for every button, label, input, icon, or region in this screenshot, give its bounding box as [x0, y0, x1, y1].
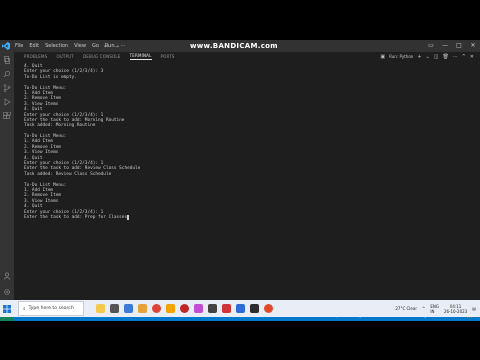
edge-icon[interactable]: [124, 304, 133, 313]
terminal-cursor: [127, 214, 130, 220]
taskbar-search-input[interactable]: ⌕ Type here to search: [18, 301, 84, 316]
tab-ports[interactable]: PORTS: [161, 54, 175, 59]
system-tray: 27°C Clear ^ ENG IN 04:11 26-10-2023 ▤: [395, 300, 476, 317]
extensions-icon[interactable]: [3, 111, 11, 120]
close-panel-icon[interactable]: ✕: [470, 54, 474, 60]
cortana-icon[interactable]: [96, 304, 105, 313]
task-view-icon[interactable]: [110, 304, 119, 313]
bandicam-watermark: www.BANDICAM.com: [190, 42, 278, 50]
menu-edit[interactable]: Edit: [29, 43, 39, 49]
panel-actions: ▣ Run: Python + ⌄ ◫ 🗑 ··· ^ ✕: [380, 52, 474, 61]
file-explorer-icon[interactable]: [138, 304, 147, 313]
close-icon[interactable]: ✕: [466, 40, 480, 52]
bandicam-icon[interactable]: [264, 304, 273, 313]
minimize-icon[interactable]: —: [438, 40, 452, 52]
source-control-icon[interactable]: [3, 84, 11, 92]
title-bar: File Edit Selection View Go Run ··· ← → …: [0, 40, 480, 52]
language-indicator[interactable]: ENG IN: [430, 304, 439, 314]
run-debug-icon[interactable]: [3, 98, 11, 106]
clock-date: 26-10-2023: [443, 308, 468, 314]
maximize-panel-icon[interactable]: ^: [462, 54, 466, 60]
windows-start-icon[interactable]: [0, 300, 14, 317]
menu-file[interactable]: File: [15, 43, 23, 49]
terminal-input-line[interactable]: Enter the task to add: Prep for Classes: [24, 214, 464, 220]
settings-gear-icon[interactable]: [3, 288, 11, 296]
menu-selection[interactable]: Selection: [45, 43, 68, 49]
tab-terminal[interactable]: TERMINAL: [129, 53, 152, 60]
search-icon: ⌕: [23, 306, 26, 312]
terminal-output[interactable]: 4. Quit Enter your choice (1/2/3/4): 3 T…: [24, 64, 464, 304]
forward-arrow-icon[interactable]: →: [114, 43, 119, 50]
windows-taskbar: ⌕ Type here to search 27°C Clear ^ ENG I…: [0, 300, 480, 317]
opera-icon[interactable]: [180, 304, 189, 313]
terminal-input-text: Enter the task to add: Prep for Classes: [24, 214, 128, 220]
tab-problems[interactable]: PROBLEMS: [24, 54, 47, 59]
vscode-window: File Edit Selection View Go Run ··· ← → …: [0, 40, 480, 321]
more-icon[interactable]: ···: [453, 54, 458, 60]
back-arrow-icon[interactable]: ←: [104, 43, 109, 50]
app-icon[interactable]: [250, 304, 259, 313]
terminal-panel: PROBLEMS OUTPUT DEBUG CONSOLE TERMINAL P…: [14, 52, 480, 309]
store-icon[interactable]: [166, 304, 175, 313]
weather-widget[interactable]: 27°C Clear: [395, 306, 417, 311]
vscode-logo-icon: [0, 40, 12, 52]
vscode-taskbar-icon[interactable]: [236, 304, 245, 313]
terminal-name[interactable]: Run: Python: [389, 54, 413, 59]
clock[interactable]: 04:11 26-10-2023: [444, 304, 467, 314]
layout-icon[interactable]: ▭: [424, 40, 438, 52]
explorer-icon[interactable]: [3, 56, 11, 64]
split-terminal-icon[interactable]: ◫: [434, 54, 439, 60]
search-icon[interactable]: [3, 70, 11, 78]
activity-bar: [0, 52, 14, 309]
app-icon[interactable]: [194, 304, 203, 313]
app-icon[interactable]: [222, 304, 231, 313]
nav-arrows: ← →: [104, 40, 119, 52]
account-icon[interactable]: [3, 272, 11, 280]
tab-debug-console[interactable]: DEBUG CONSOLE: [83, 54, 121, 59]
tab-output[interactable]: OUTPUT: [56, 54, 74, 59]
notification-icon[interactable]: ▤: [472, 306, 476, 311]
trash-icon[interactable]: 🗑: [442, 54, 448, 60]
chrome-icon[interactable]: [152, 304, 161, 313]
chevron-down-icon[interactable]: ⌄: [426, 54, 430, 60]
search-placeholder: Type here to search: [28, 306, 74, 311]
window-controls: ▭ — □ ✕: [424, 40, 480, 52]
terminal-icon: ▣: [380, 53, 386, 60]
menu-more[interactable]: ···: [121, 43, 126, 49]
menu-view[interactable]: View: [74, 43, 86, 49]
menu-go[interactable]: Go: [92, 43, 99, 49]
new-terminal-icon[interactable]: +: [417, 54, 421, 60]
tray-chevron-icon[interactable]: ^: [422, 306, 425, 311]
maximize-icon[interactable]: □: [452, 40, 466, 52]
app-icon[interactable]: [208, 304, 217, 313]
